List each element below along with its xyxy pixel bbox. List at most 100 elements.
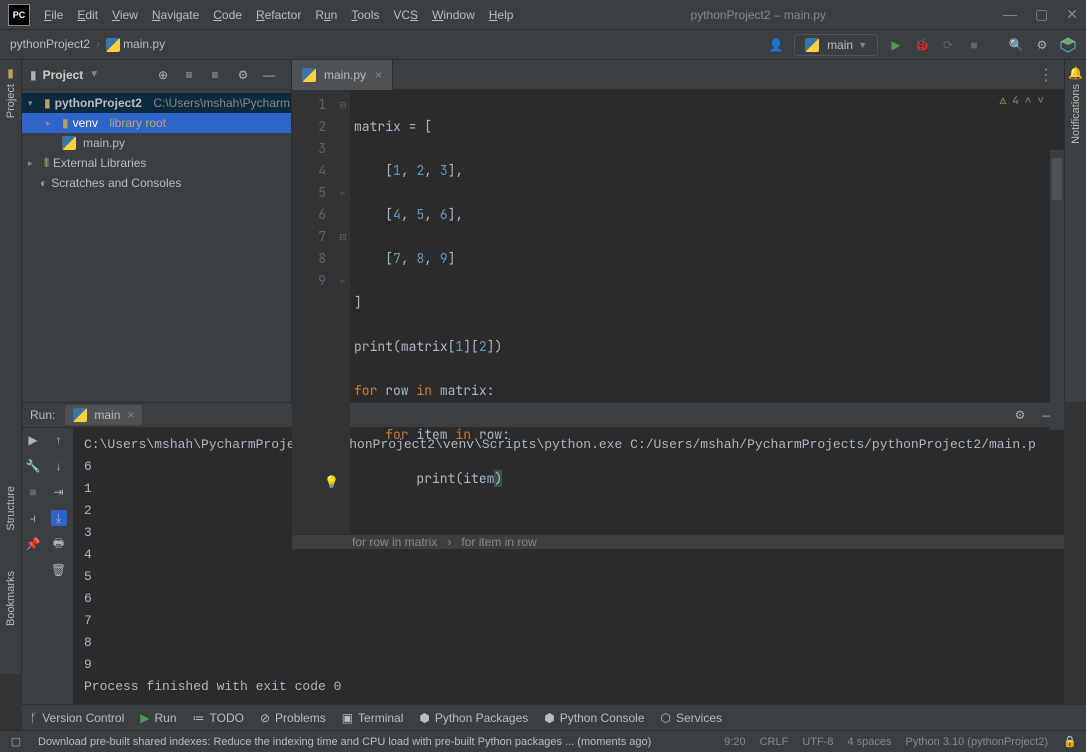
fold-end-icon[interactable]: ⌐ xyxy=(336,270,350,292)
fold-icon[interactable]: ⊟ xyxy=(336,94,350,116)
menu-edit[interactable]: Edit xyxy=(77,8,98,22)
todo-button[interactable]: ≔TODO xyxy=(193,711,244,725)
arrow-right-icon[interactable]: ▸ xyxy=(46,118,58,129)
close-icon[interactable]: × xyxy=(127,408,134,422)
breadcrumb-file[interactable]: main.py xyxy=(106,37,165,52)
caret-position[interactable]: 9:20 xyxy=(724,736,745,748)
tree-mainpy[interactable]: main.py xyxy=(22,133,291,153)
fold-icon[interactable]: ⊟ xyxy=(336,226,350,248)
chevron-up-icon[interactable]: ˄ xyxy=(1025,94,1032,108)
terminal-button[interactable]: ▣Terminal xyxy=(342,711,404,725)
notifications-button[interactable]: Notifications xyxy=(1070,84,1082,144)
layout-icon[interactable]: ⫞ xyxy=(25,510,41,526)
lock-icon[interactable]: 🔒 xyxy=(1062,734,1078,750)
down-icon[interactable]: ↓ xyxy=(51,458,67,474)
indent-setting[interactable]: 4 spaces xyxy=(847,736,891,748)
chevron-down-icon[interactable]: ˅ xyxy=(1037,94,1044,108)
print-icon[interactable]: 🖶 xyxy=(51,536,67,552)
crumb-for-item[interactable]: for item in row xyxy=(461,535,536,549)
status-bar: ▢ Download pre-built shared indexes: Red… xyxy=(0,730,1086,752)
pin-icon[interactable]: 📌 xyxy=(25,536,41,552)
tree-root[interactable]: ▾ ▮ pythonProject2 C:\Users\mshah\Pychar… xyxy=(22,93,291,113)
pycharm-logo-icon: PC xyxy=(8,4,30,26)
window-title: pythonProject2 – main.py xyxy=(513,8,1003,22)
clear-icon[interactable]: 🗑 xyxy=(51,562,67,578)
expand-all-icon[interactable]: ≡ xyxy=(181,67,197,83)
status-message[interactable]: Download pre-built shared indexes: Reduc… xyxy=(38,736,710,748)
editor[interactable]: 123456789 ⊟⌐ ⊟⌐ matrix = [ [1, 2, 3], [4… xyxy=(292,90,1064,534)
menu-run[interactable]: Run xyxy=(315,8,337,22)
menu-refactor[interactable]: Refactor xyxy=(256,8,301,22)
breadcrumb-project[interactable]: pythonProject2 xyxy=(10,37,90,51)
up-icon[interactable]: ↑ xyxy=(51,432,67,448)
problems-button[interactable]: ⊘Problems xyxy=(260,711,326,725)
menu-navigate[interactable]: Navigate xyxy=(152,8,199,22)
close-tab-icon[interactable]: × xyxy=(375,68,382,82)
package-icon: ⬢ xyxy=(419,711,429,725)
maximize-button[interactable]: ▢ xyxy=(1035,6,1048,23)
run-config-selector[interactable]: main ▼ xyxy=(794,34,878,56)
project-tool-icon[interactable]: ▮ xyxy=(7,66,14,80)
intention-bulb-icon[interactable]: 💡 xyxy=(324,471,339,493)
code-content[interactable]: matrix = [ [1, 2, 3], [4, 5, 6], [7, 8, … xyxy=(350,90,1064,534)
todo-icon: ≔ xyxy=(193,711,205,725)
collapse-all-icon[interactable]: ≡ xyxy=(207,67,223,83)
python-packages-button[interactable]: ⬢Python Packages xyxy=(419,711,528,725)
soft-wrap-icon[interactable]: ⇥ xyxy=(51,484,67,500)
line-separator[interactable]: CRLF xyxy=(760,736,789,748)
chevron-down-icon[interactable]: ▼ xyxy=(89,69,99,80)
run-tab-main[interactable]: main × xyxy=(65,405,142,425)
arrow-right-icon[interactable]: ▸ xyxy=(28,158,40,169)
tree-external-libs[interactable]: ▸ ⫴ External Libraries xyxy=(22,153,291,173)
structure-button[interactable]: Structure xyxy=(5,486,17,531)
run-button[interactable]: ▶ xyxy=(888,37,904,53)
crumb-for-row[interactable]: for row in matrix xyxy=(352,535,437,549)
wrench-icon[interactable]: 🔧 xyxy=(25,458,41,474)
bookmarks-button[interactable]: Bookmarks xyxy=(5,571,17,626)
debug-button[interactable]: 🐞 xyxy=(914,37,930,53)
rerun-button[interactable]: ▶ xyxy=(25,432,41,448)
editor-breadcrumb: for row in matrix › for item in row xyxy=(292,534,1064,549)
menu-window[interactable]: Window xyxy=(432,8,475,22)
project-tool-button[interactable]: Project xyxy=(5,84,17,118)
editor-tab-mainpy[interactable]: main.py × xyxy=(292,60,393,90)
scroll-to-end-icon[interactable]: ⤓ xyxy=(51,510,67,526)
tab-overflow-icon[interactable]: ⋮ xyxy=(1038,65,1064,85)
arrow-down-icon[interactable]: ▾ xyxy=(28,98,40,109)
tree-venv[interactable]: ▸ ▮ venv library root xyxy=(22,113,291,133)
project-panel-title[interactable]: Project xyxy=(43,68,84,82)
menu-file[interactable]: File xyxy=(44,8,63,22)
toolbox-icon[interactable] xyxy=(1060,37,1076,53)
close-button[interactable]: ✕ xyxy=(1066,6,1078,23)
services-button[interactable]: ⬡Services xyxy=(661,711,723,725)
minimize-button[interactable]: — xyxy=(1003,6,1017,23)
menu-view[interactable]: View xyxy=(112,8,138,22)
stop-button[interactable]: ■ xyxy=(25,484,41,500)
menu-tools[interactable]: Tools xyxy=(351,8,379,22)
fold-end-icon[interactable]: ⌐ xyxy=(336,182,350,204)
search-everywhere-button[interactable]: 🔍 xyxy=(1008,37,1024,53)
python-console-button[interactable]: ⬢Python Console xyxy=(544,711,644,725)
interpreter[interactable]: Python 3.10 (pythonProject2) xyxy=(906,736,1048,748)
file-encoding[interactable]: UTF-8 xyxy=(802,736,833,748)
menu-code[interactable]: Code xyxy=(213,8,242,22)
locate-file-icon[interactable]: ⊕ xyxy=(155,67,171,83)
coverage-button[interactable]: ⟳ xyxy=(940,37,956,53)
project-tree[interactable]: ▾ ▮ pythonProject2 C:\Users\mshah\Pychar… xyxy=(22,90,291,402)
inspection-widget[interactable]: ⚠ 4 ˄ ˅ xyxy=(1000,94,1044,108)
run-config-name: main xyxy=(827,38,853,52)
menu-help[interactable]: Help xyxy=(489,8,514,22)
add-user-icon[interactable]: 👤 xyxy=(768,37,784,53)
notifications-icon[interactable]: 🔔 xyxy=(1068,66,1083,80)
version-control-button[interactable]: ᚶVersion Control xyxy=(30,711,124,725)
editor-scrollbar[interactable] xyxy=(1050,150,1064,430)
panel-hide-icon[interactable]: — xyxy=(261,67,277,83)
menu-vcs[interactable]: VCS xyxy=(393,8,418,22)
stop-button[interactable]: ■ xyxy=(966,37,982,53)
python-file-icon xyxy=(302,68,316,82)
tree-scratches[interactable]: ◐ Scratches and Consoles xyxy=(22,173,291,193)
ide-settings-button[interactable]: ⚙ xyxy=(1034,37,1050,53)
run-toolwindow-button[interactable]: ▶Run xyxy=(140,711,176,725)
panel-settings-icon[interactable]: ⚙ xyxy=(235,67,251,83)
toolwindow-toggle-icon[interactable]: ▢ xyxy=(8,734,24,750)
